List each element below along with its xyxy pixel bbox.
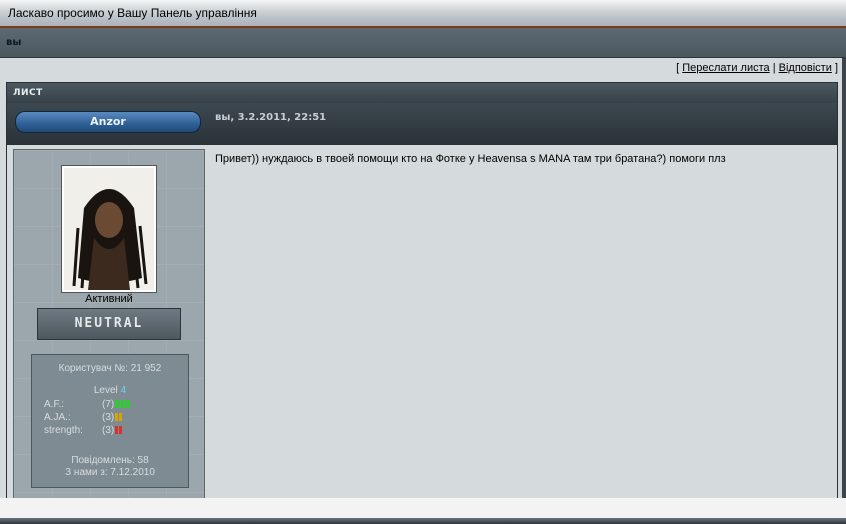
message-box-header: ЛИСТ	[7, 83, 837, 103]
attribute-name: A.JA.:	[44, 412, 71, 423]
avatar	[61, 165, 157, 293]
breadcrumb-bar: вы	[0, 28, 846, 58]
attribute-value: (7)	[102, 399, 131, 410]
attribute-bar	[115, 413, 119, 422]
main-content: [ Переслати листа | Відповісти ] ЛИСТ An…	[0, 58, 846, 507]
avatar-image	[64, 168, 154, 290]
user-stats: Користувач №: 21 952 Level 4 A.F.: (7) A.J…	[31, 354, 189, 488]
post-date: вы, 3.2.2011, 22:51	[215, 112, 327, 123]
post-count: Повідомлень: 58	[71, 455, 149, 466]
attribute-bar	[115, 400, 119, 409]
attribute-name: strength:	[44, 425, 83, 436]
post-header: Anzor вы, 3.2.2011, 22:51	[7, 103, 837, 145]
join-date: З нами з: 7.12.2010	[65, 467, 155, 478]
right-edge	[842, 58, 846, 498]
attribute-bar	[119, 400, 123, 409]
attribute-bar	[127, 400, 131, 409]
message-body: Привет)) нуждаюсь в твоей помощи кто на …	[215, 153, 726, 165]
message-box-title: ЛИСТ	[13, 88, 43, 98]
attribute-value: (3)	[102, 412, 123, 423]
breadcrumb: вы	[6, 37, 22, 48]
message-actions: [ Переслати листа | Відповісти ]	[676, 62, 838, 74]
forward-link[interactable]: Переслати листа	[682, 62, 769, 74]
user-profile-panel: Активний NEUTRAL Користувач №: 21 952 Le…	[13, 149, 205, 507]
author-name-button[interactable]: Anzor	[15, 111, 201, 133]
attribute-bar	[115, 426, 119, 435]
attribute-bar	[123, 400, 127, 409]
rank-badge: NEUTRAL	[37, 308, 181, 340]
user-number: Користувач №: 21 952	[58, 363, 162, 374]
page-title: Ласкаво просимо у Вашу Панель управління	[8, 6, 257, 20]
attribute-value: (3)	[102, 425, 123, 436]
header-bar: Ласкаво просимо у Вашу Панель управління	[0, 0, 846, 28]
bottom-strip	[0, 498, 846, 518]
bottom-border	[0, 518, 846, 524]
user-status: Активний	[85, 293, 133, 305]
attribute-bar	[119, 426, 123, 435]
attribute-bar	[119, 413, 123, 422]
reply-link[interactable]: Відповісти	[779, 62, 832, 74]
user-level: Level 4	[93, 385, 127, 396]
message-box: ЛИСТ Anzor вы, 3.2.2011, 22:51 Активний …	[6, 82, 838, 507]
attribute-name: A.F.:	[44, 399, 65, 410]
